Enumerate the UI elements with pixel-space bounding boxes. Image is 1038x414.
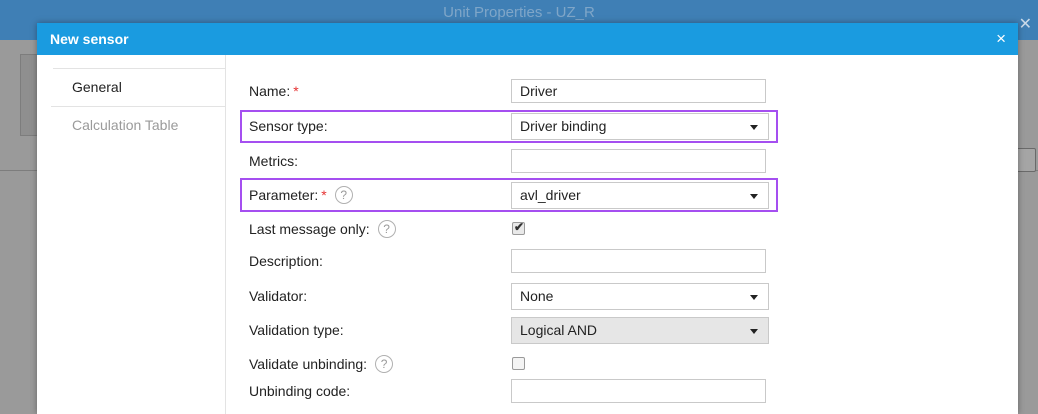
name-row: Name: * [37, 76, 1018, 106]
help-icon[interactable]: ? [375, 355, 394, 373]
validator-select[interactable]: None [511, 283, 769, 310]
background-divider [0, 170, 37, 171]
validation-type-select[interactable]: Logical AND [511, 317, 769, 344]
sensor-type-row: Sensor type: Driver binding [37, 111, 1018, 141]
chevron-down-icon [750, 194, 758, 199]
parameter-label-text: Parameter: [249, 187, 319, 203]
sensor-type-select[interactable]: Driver binding [511, 113, 769, 140]
metrics-row: Metrics: [37, 146, 1018, 176]
background-close-icon[interactable]: ✕ [1019, 14, 1032, 34]
last-message-only-row: Last message only: ? ✔ [37, 214, 1018, 244]
unbinding-code-field[interactable] [511, 379, 766, 403]
validation-type-value: Logical AND [520, 322, 598, 338]
name-field[interactable] [511, 79, 766, 103]
name-label: Name: * [249, 76, 299, 106]
background-edge-button[interactable] [1016, 148, 1036, 172]
sensor-type-label: Sensor type: [249, 118, 328, 134]
validate-unbinding-label: Validate unbinding: ? [249, 349, 394, 379]
last-message-only-label: Last message only: ? [249, 214, 396, 244]
checkmark-icon: ✔ [514, 220, 525, 234]
new-sensor-dialog: New sensor × General Calculation Table N… [37, 23, 1018, 414]
description-field[interactable] [511, 249, 766, 273]
validate-unbinding-checkbox[interactable] [512, 357, 525, 370]
dialog-header: New sensor × [37, 23, 1018, 55]
help-icon[interactable]: ? [334, 186, 353, 204]
validation-type-row: Validation type: Logical AND [37, 315, 1018, 345]
background-window-title: Unit Properties - UZ_R [443, 4, 595, 21]
required-marker: * [293, 83, 299, 99]
help-icon[interactable]: ? [377, 220, 396, 238]
parameter-value: avl_driver [520, 187, 581, 203]
dialog-title: New sensor [50, 31, 129, 47]
unbinding-code-row: Unbinding code: [37, 376, 1018, 406]
sensor-type-value: Driver binding [520, 118, 607, 134]
parameter-row: Parameter: * ? avl_driver [37, 180, 1018, 210]
last-message-only-checkbox[interactable]: ✔ [512, 220, 525, 235]
name-label-text: Name: [249, 83, 291, 99]
unbinding-code-label: Unbinding code: [249, 383, 351, 399]
close-icon[interactable]: × [996, 29, 1006, 49]
validate-unbinding-row: Validate unbinding: ? [37, 349, 1018, 379]
metrics-field[interactable] [511, 149, 766, 173]
chevron-down-icon [750, 125, 758, 130]
description-label: Description: [249, 253, 323, 269]
last-message-only-label-text: Last message only: [249, 221, 370, 237]
parameter-label: Parameter: * ? [249, 180, 353, 210]
validator-value: None [520, 288, 554, 304]
validation-type-label: Validation type: [249, 322, 344, 338]
description-row: Description: [37, 246, 1018, 276]
parameter-select[interactable]: avl_driver [511, 182, 769, 209]
chevron-down-icon [750, 295, 758, 300]
metrics-label: Metrics: [249, 153, 298, 169]
validator-label: Validator: [249, 288, 308, 304]
required-marker: * [321, 187, 327, 203]
chevron-down-icon [750, 329, 758, 334]
validate-unbinding-label-text: Validate unbinding: [249, 356, 368, 372]
validator-row: Validator: None [37, 281, 1018, 311]
